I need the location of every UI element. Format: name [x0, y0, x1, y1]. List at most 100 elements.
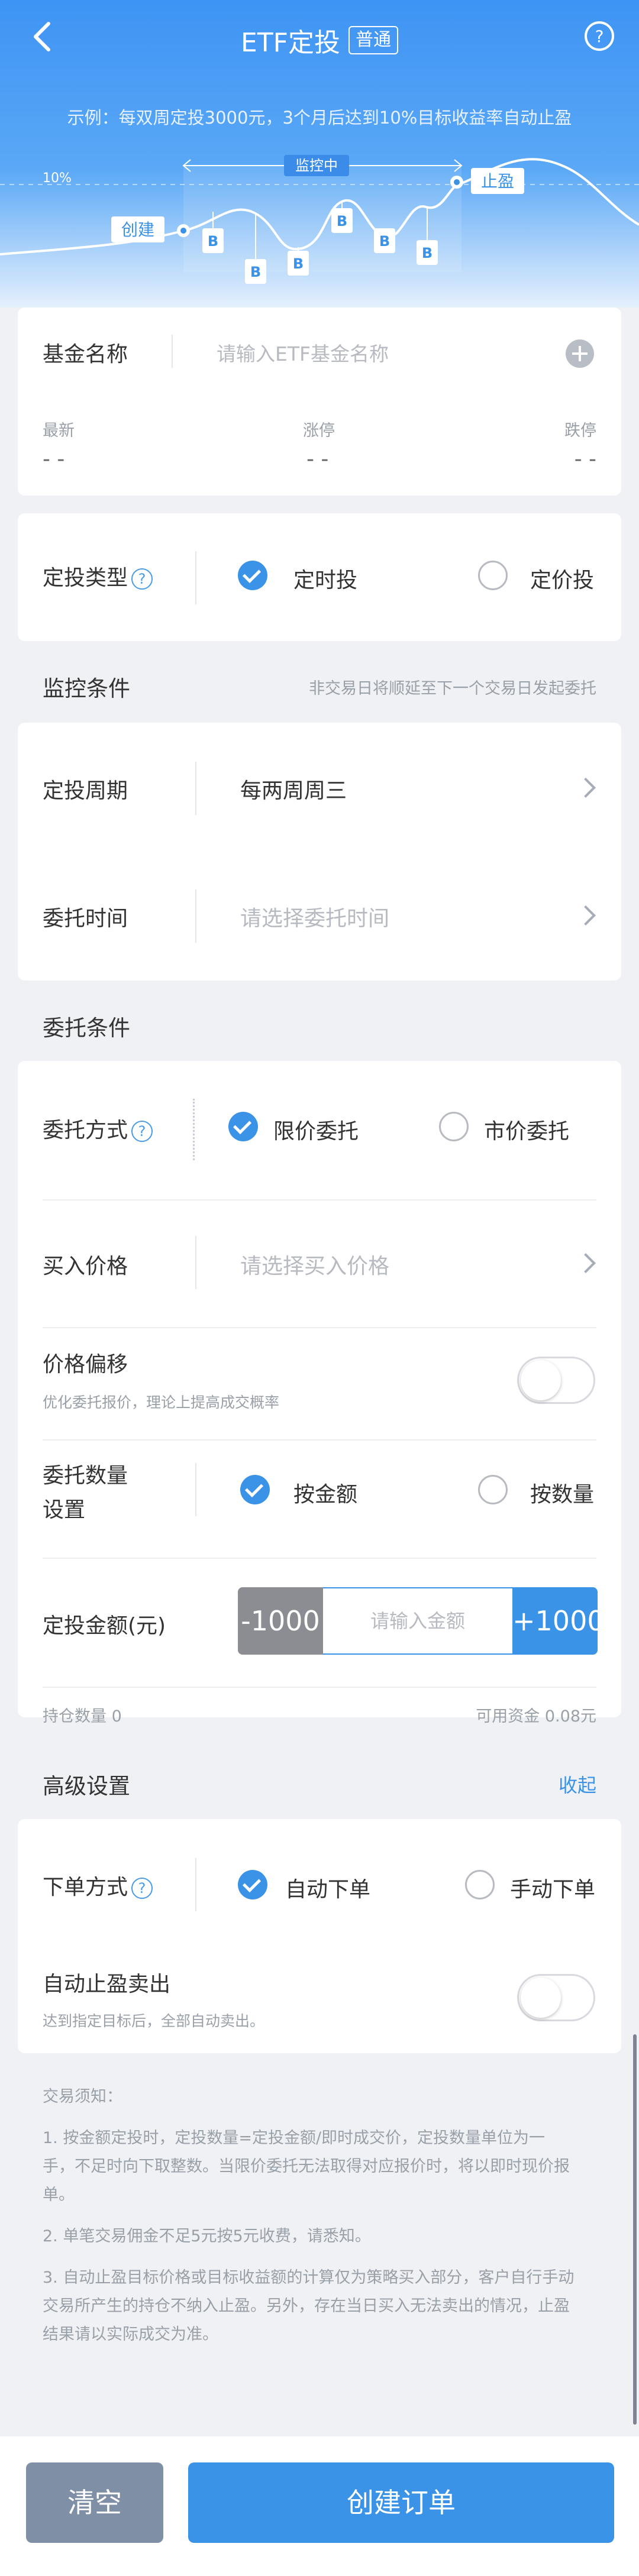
qty-setting-label-line2: 设置: [43, 1498, 86, 1522]
example-text: 示例：每双周定投3000元，3个月后达到10%目标收益率自动止盈: [67, 108, 572, 128]
order-card: 委托方式? 限价委托 市价委托 买入价格 请选择买入价格 价格偏移 优化委托报价…: [18, 1061, 621, 1717]
limit-order-label[interactable]: 限价委托: [273, 1114, 359, 1145]
order-time-label: 委托时间: [43, 907, 128, 931]
order-method-label: 委托方式?: [43, 1113, 153, 1144]
monitor-section-title: 监控条件: [43, 676, 130, 701]
limit-down-label: 跌停: [564, 422, 596, 440]
market-order-radio[interactable]: [439, 1112, 469, 1141]
divider: [195, 889, 196, 943]
order-mode-label: 下单方式?: [43, 1870, 153, 1901]
create-order-button[interactable]: 创建订单: [188, 2462, 614, 2543]
cycle-value[interactable]: 每两周周三: [240, 774, 347, 804]
notice-item: 交易所产生的持仓不纳入止盈。另外，存在当日买入无法卖出的情况，止盈: [43, 2297, 570, 2315]
auto-order-label[interactable]: 自动下单: [285, 1872, 370, 1903]
by-amount-label[interactable]: 按金额: [293, 1477, 357, 1508]
divider: [195, 1236, 196, 1289]
notice-title: 交易须知：: [43, 2088, 122, 2106]
qty-setting-label-line1: 委托数量: [43, 1464, 128, 1488]
decrease-amount-button[interactable]: -1000: [238, 1587, 323, 1655]
auto-takeprofit-label: 自动止盈卖出: [43, 1972, 171, 1996]
divider: [195, 1858, 196, 1911]
strategy-diagram: 10% 监控中 创建 止盈 B B B B B B: [0, 155, 639, 284]
cycle-chevron-icon[interactable]: [576, 778, 596, 798]
available-funds: 可用资金 0.08元: [476, 1707, 596, 1726]
by-count-radio[interactable]: [478, 1475, 508, 1504]
price-offset-toggle[interactable]: [517, 1357, 595, 1404]
limit-down-value: - -: [574, 447, 596, 471]
notice-item: 单。: [43, 2186, 75, 2204]
svg-text:?: ?: [595, 27, 604, 46]
fund-name-label: 基金名称: [43, 342, 128, 367]
market-order-label[interactable]: 市价委托: [484, 1114, 569, 1145]
buy-marker: B: [250, 264, 261, 280]
buy-price-select[interactable]: 请选择买入价格: [240, 1249, 389, 1280]
notice-item: 结果请以实际成交为准。: [43, 2325, 218, 2344]
limit-up-label: 涨停: [303, 422, 335, 440]
by-amount-radio[interactable]: [240, 1475, 270, 1504]
plan-type-help-icon[interactable]: ?: [131, 568, 153, 590]
order-mode-help-icon[interactable]: ?: [131, 1878, 153, 1899]
order-method-help-icon[interactable]: ?: [131, 1121, 153, 1142]
divider: [43, 1687, 596, 1688]
order-section-title: 委托条件: [43, 1015, 130, 1041]
help-icon[interactable]: ?: [583, 20, 615, 52]
monitor-card: 定投周期 每两周周三 委托时间 请选择委托时间: [18, 723, 621, 980]
latest-price-label: 最新: [43, 422, 75, 440]
plan-type-price-label[interactable]: 定价投: [530, 563, 594, 594]
create-marker-label: 创建: [121, 220, 154, 240]
limit-order-radio[interactable]: [228, 1112, 258, 1141]
takeprofit-marker-label: 止盈: [481, 171, 514, 191]
plan-type-price-radio[interactable]: [478, 561, 508, 590]
page-title: ETF定投 普通: [0, 21, 639, 59]
scrollbar[interactable]: [633, 2034, 637, 2425]
divider: [195, 551, 196, 604]
trading-notice: 交易须知： 1. 按金额定投时，定投数量=定投金额/即时成交价，定投数量单位为一…: [43, 2083, 605, 2349]
add-fund-icon[interactable]: [564, 338, 595, 369]
divider: [193, 1099, 195, 1160]
buy-price-label: 买入价格: [43, 1254, 128, 1279]
plan-type-time-label[interactable]: 定时投: [293, 563, 357, 594]
account-type-badge: 普通: [348, 26, 398, 54]
divider: [172, 335, 173, 368]
cycle-label: 定投周期: [43, 779, 128, 803]
divider: [195, 762, 196, 815]
notice-item: 手，不足时向下取整数。当限价委托无法取得对应报价时，将以即时现价报: [43, 2157, 570, 2176]
footer-bar: 清空 创建订单: [0, 2436, 639, 2576]
buy-price-chevron-icon[interactable]: [576, 1253, 596, 1273]
limit-up-value: - -: [306, 447, 329, 471]
fund-name-input[interactable]: 请输入ETF基金名称: [217, 338, 389, 367]
divider: [43, 1439, 596, 1441]
divider: [195, 1463, 196, 1516]
price-offset-note: 优化委托报价，理论上提高成交概率: [43, 1394, 280, 1411]
manual-order-label[interactable]: 手动下单: [510, 1872, 595, 1903]
notice-item: 3. 自动止盈目标价格或目标收益额的计算仅为策略买入部分，客户自行手动: [43, 2268, 575, 2287]
order-time-select[interactable]: 请选择委托时间: [240, 901, 389, 932]
latest-price-value: - -: [43, 447, 65, 471]
buy-marker: B: [422, 245, 433, 261]
price-offset-label: 价格偏移: [43, 1352, 128, 1377]
holding-quantity: 持仓数量 0: [43, 1707, 122, 1726]
divider: [43, 1327, 596, 1328]
amount-label: 定投金额(元): [43, 1614, 166, 1638]
auto-takeprofit-toggle[interactable]: [517, 1974, 595, 2021]
header-banner: ETF定投 普通 ? 示例：每双周定投3000元，3个月后达到10%目标收益率自动…: [0, 0, 639, 308]
advanced-card: 下单方式? 自动下单 手动下单 自动止盈卖出 达到指定目标后，全部自动卖出。: [18, 1819, 621, 2053]
monitoring-label: 监控中: [295, 157, 338, 174]
by-count-label[interactable]: 按数量: [530, 1477, 594, 1508]
clear-button[interactable]: 清空: [26, 2462, 163, 2543]
buy-marker: B: [208, 233, 218, 250]
auto-order-radio[interactable]: [238, 1870, 267, 1899]
increase-amount-button[interactable]: +1000: [512, 1587, 605, 1655]
manual-order-radio[interactable]: [465, 1870, 495, 1899]
pct-label: 10%: [43, 171, 72, 186]
buy-marker: B: [293, 255, 304, 272]
notice-item: 2. 单笔交易佣金不足5元按5元收费，请悉知。: [43, 2227, 371, 2245]
plan-type-label: 定投类型?: [43, 561, 153, 591]
plan-type-time-radio[interactable]: [238, 561, 267, 590]
collapse-link[interactable]: 收起: [559, 1771, 596, 1798]
notice-item: 1. 按金额定投时，定投数量=定投金额/即时成交价，定投数量单位为一: [43, 2129, 546, 2147]
amount-input[interactable]: 请输入金额: [323, 1587, 512, 1655]
monitor-section-note: 非交易日将顺延至下一个交易日发起委托: [309, 679, 596, 698]
advanced-section-title: 高级设置: [43, 1774, 130, 1799]
order-time-chevron-icon[interactable]: [576, 905, 596, 925]
